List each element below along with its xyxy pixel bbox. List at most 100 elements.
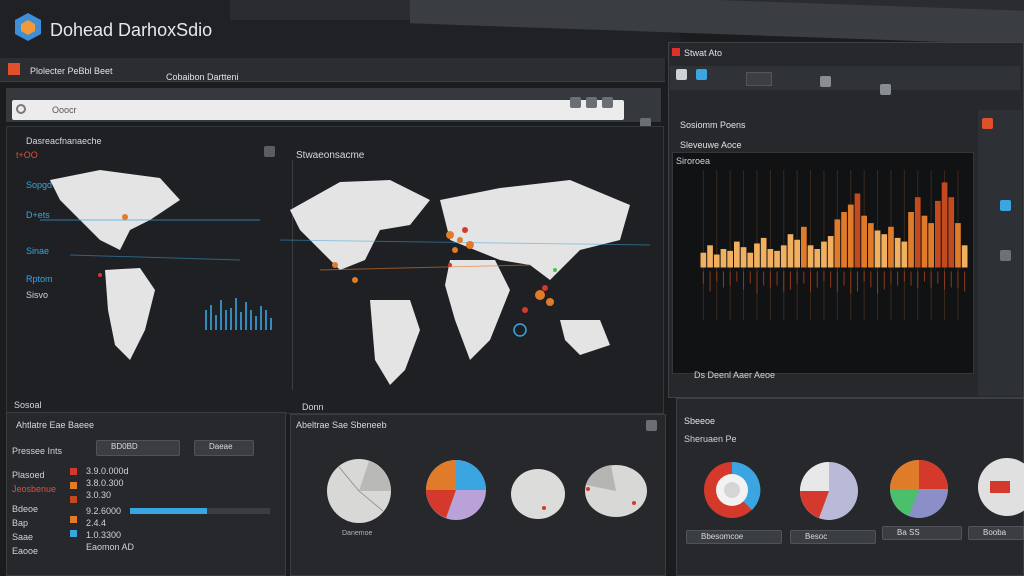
bar-27[interactable] [874, 230, 881, 268]
stem-33 [917, 271, 919, 288]
bar-13[interactable] [780, 245, 787, 268]
tool-active-icon[interactable] [696, 69, 707, 80]
donut-button-2[interactable]: Besoc [790, 530, 876, 544]
list-row[interactable]: 3.9.0.000d [86, 466, 129, 476]
chart-subtitle: Sleveuwe Aoce [680, 140, 742, 150]
search-input[interactable]: Ooocr [12, 100, 624, 120]
stem-19 [823, 271, 825, 282]
panel-close-icon[interactable] [646, 420, 657, 431]
pie-chart-1[interactable] [326, 458, 392, 524]
stem-1 [702, 271, 704, 284]
bar-3[interactable] [713, 254, 720, 268]
bar-6[interactable] [734, 241, 740, 268]
side-tool-icon[interactable] [1000, 200, 1011, 211]
stem-6 [736, 271, 738, 282]
pie-chart-5[interactable] [798, 460, 860, 522]
bar-12[interactable] [774, 250, 780, 268]
list-row[interactable]: 3.8.0.300 [86, 478, 124, 488]
nav-back-icon[interactable] [570, 97, 581, 108]
bar-7[interactable] [740, 247, 747, 268]
pie-chart-6[interactable] [888, 458, 950, 520]
list-rows: 3.9.0.000d 3.8.0.300 3.0.30 9.2.6000 2.4… [86, 466, 276, 566]
bar-29[interactable] [888, 226, 894, 268]
tool-icon[interactable] [880, 84, 891, 95]
bar-14[interactable] [787, 234, 794, 268]
list-row[interactable]: 3.0.30 [86, 490, 111, 500]
list-panel-title: Ahtlatre Eae Baeee [16, 420, 95, 430]
row-label: Saae [12, 532, 34, 542]
pie-chart-7[interactable] [976, 456, 1024, 518]
pie-chart-4[interactable] [584, 464, 648, 518]
list-row[interactable]: 1.0.3300 [86, 530, 121, 540]
chart-dropdown[interactable] [746, 72, 772, 86]
row-label: Bap [12, 518, 29, 528]
tool-icon[interactable] [676, 69, 687, 80]
bar-34[interactable] [921, 215, 928, 268]
app-logo-icon [14, 12, 42, 42]
bar-2[interactable] [707, 245, 713, 268]
stem-38 [950, 271, 952, 288]
bar-31[interactable] [901, 241, 908, 268]
bar-40[interactable] [961, 245, 968, 268]
bar-33[interactable] [914, 197, 921, 268]
bar-10[interactable] [760, 237, 767, 268]
settings-icon[interactable] [264, 146, 275, 157]
bar-39[interactable] [955, 223, 961, 268]
tool-icon[interactable] [820, 76, 831, 87]
nav-forward-icon[interactable] [586, 97, 597, 108]
bar-18[interactable] [814, 249, 821, 268]
bar-11[interactable] [767, 249, 774, 268]
side-tool-icon[interactable] [982, 118, 993, 129]
stem-16 [803, 271, 805, 284]
toolbar-left-label[interactable]: Plolecter PeBbl Beet [30, 66, 113, 76]
bar-38[interactable] [948, 197, 955, 268]
toolbar-right-label[interactable]: Cobaibon Dartteni [166, 72, 239, 82]
world-map-large[interactable] [280, 170, 650, 390]
bar-23[interactable] [847, 204, 854, 268]
bar-19[interactable] [821, 241, 827, 268]
donut-button-3[interactable]: Ba SS [882, 526, 962, 540]
bar-chart[interactable] [700, 170, 968, 320]
list-row[interactable]: 2.4.4 [86, 518, 106, 528]
donut-button-4[interactable]: Booba [968, 526, 1024, 540]
donut-button-1[interactable]: Bbesomcoe [686, 530, 782, 544]
bar-28[interactable] [881, 234, 888, 268]
bar-37[interactable] [941, 182, 948, 268]
list-row[interactable]: Eaomon AD [86, 542, 134, 552]
stem-7 [743, 271, 745, 290]
bar-22[interactable] [841, 212, 847, 268]
pie-chart-2[interactable] [424, 458, 488, 522]
world-map-small[interactable] [40, 160, 290, 380]
search-icon[interactable] [16, 104, 26, 114]
bar-24[interactable] [854, 193, 861, 268]
bar-32[interactable] [908, 212, 914, 268]
bar-4[interactable] [720, 249, 727, 268]
bar-25[interactable] [861, 215, 867, 268]
bar-5[interactable] [727, 250, 733, 268]
refresh-icon[interactable] [602, 97, 613, 108]
stem-28 [883, 271, 885, 290]
bar-15[interactable] [794, 239, 800, 268]
map-footer-right: Donn [302, 402, 324, 412]
bar-1[interactable] [700, 252, 707, 268]
bar-8[interactable] [747, 252, 754, 268]
bar-20[interactable] [827, 236, 834, 268]
bar-9[interactable] [754, 243, 760, 268]
stem-17 [810, 271, 812, 292]
donut-chart-1[interactable] [702, 460, 762, 520]
toolbar-app-icon[interactable] [8, 63, 20, 75]
bar-36[interactable] [935, 200, 941, 268]
side-tool-icon[interactable] [1000, 250, 1011, 261]
chart-series-label: Siroroea [676, 156, 711, 166]
list-button-primary[interactable]: BD0BD [96, 440, 180, 456]
bar-30[interactable] [894, 237, 901, 268]
pie-chart-3[interactable] [510, 468, 566, 520]
bar-35[interactable] [928, 223, 934, 268]
bar-26[interactable] [868, 223, 874, 268]
bar-21[interactable] [834, 219, 841, 268]
list-button-secondary[interactable]: Daeae [194, 440, 254, 456]
bar-17[interactable] [807, 245, 814, 268]
legend-label: t+OO [16, 150, 38, 160]
list-row[interactable]: 9.2.6000 [86, 506, 121, 516]
bar-16[interactable] [801, 226, 807, 268]
